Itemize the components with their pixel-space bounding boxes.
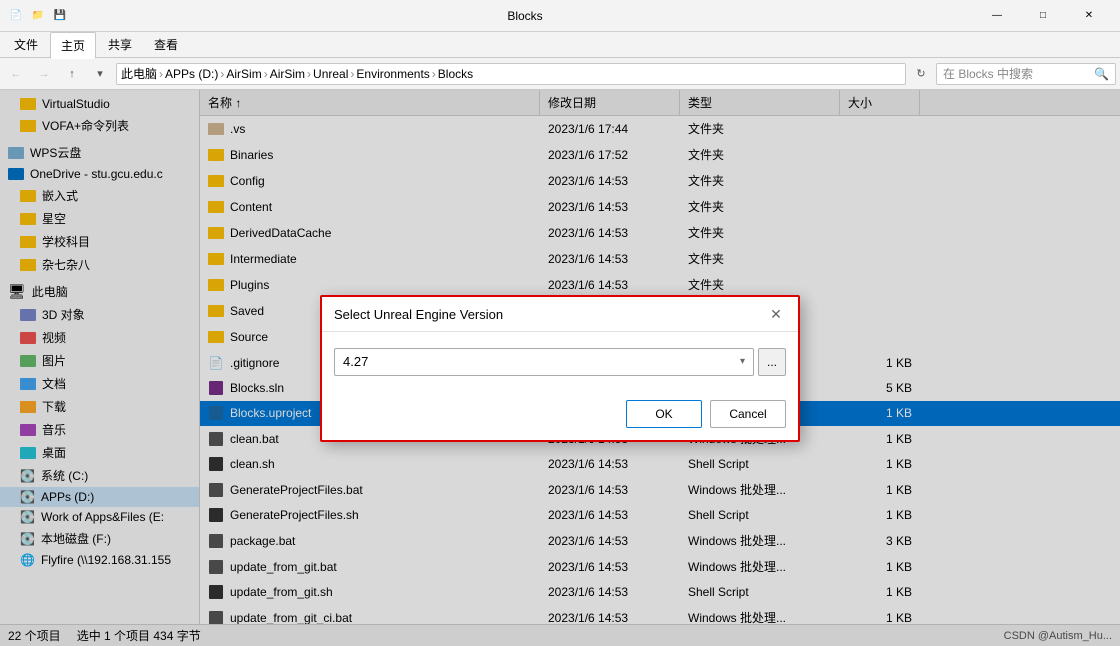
- main-wrapper: VirtualStudio VOFA+命令列表 WPS云盘 OneDrive -…: [0, 90, 1120, 646]
- modal-footer: OK Cancel: [322, 392, 798, 440]
- modal-overlay: Select Unreal Engine Version ✕ 4.27 ▾ ..…: [0, 90, 1120, 646]
- version-value: 4.27: [343, 354, 368, 369]
- address-bar: ← → ↑ ▾ 此电脑 › APPs (D:) › AirSim › AirSi…: [0, 58, 1120, 90]
- address-path[interactable]: 此电脑 › APPs (D:) › AirSim › AirSim › Unre…: [116, 63, 906, 85]
- modal-body: 4.27 ▾ ...: [322, 332, 798, 392]
- search-placeholder: 在 Blocks 中搜索: [943, 65, 1033, 82]
- ribbon: 文件 主页 共享 查看: [0, 32, 1120, 58]
- app-icon-1: 📄: [8, 8, 24, 24]
- path-blocks: Blocks: [438, 67, 473, 81]
- modal-title-bar: Select Unreal Engine Version ✕: [322, 297, 798, 332]
- modal-select-row: 4.27 ▾ ...: [334, 348, 786, 376]
- path-unreal: Unreal: [313, 67, 348, 81]
- title-controls: — □ ✕: [974, 0, 1112, 32]
- cancel-button[interactable]: Cancel: [710, 400, 786, 428]
- search-box[interactable]: 在 Blocks 中搜索 🔍: [936, 63, 1116, 85]
- version-dropdown[interactable]: 4.27 ▾: [334, 348, 754, 376]
- search-icon: 🔍: [1094, 67, 1109, 81]
- modal-dialog: Select Unreal Engine Version ✕ 4.27 ▾ ..…: [320, 295, 800, 442]
- app-icon-3: 💾: [52, 8, 68, 24]
- recent-locations-button[interactable]: ▾: [88, 62, 112, 86]
- maximize-button[interactable]: □: [1020, 0, 1066, 32]
- modal-title: Select Unreal Engine Version: [334, 307, 503, 322]
- back-button[interactable]: ←: [4, 62, 28, 86]
- app-icon-2: 📁: [30, 8, 46, 24]
- minimize-button[interactable]: —: [974, 0, 1020, 32]
- title-bar-icons: 📄 📁 💾: [8, 8, 68, 24]
- path-pc: 此电脑: [121, 65, 157, 82]
- title-bar: 📄 📁 💾 Blocks — □ ✕: [0, 0, 1120, 32]
- browse-button[interactable]: ...: [758, 348, 786, 376]
- modal-close-button[interactable]: ✕: [766, 305, 786, 325]
- close-button[interactable]: ✕: [1066, 0, 1112, 32]
- tab-home[interactable]: 主页: [50, 32, 96, 59]
- up-button[interactable]: ↑: [60, 62, 84, 86]
- path-airsim2: AirSim: [270, 67, 305, 81]
- refresh-button[interactable]: ↻: [910, 63, 932, 85]
- window-title: Blocks: [76, 9, 974, 23]
- path-airsim1: AirSim: [226, 67, 261, 81]
- chevron-down-icon: ▾: [740, 356, 745, 367]
- tab-view[interactable]: 查看: [144, 32, 188, 57]
- path-environments: Environments: [356, 67, 429, 81]
- tab-file[interactable]: 文件: [4, 32, 48, 57]
- ok-button[interactable]: OK: [626, 400, 702, 428]
- path-apps: APPs (D:): [165, 67, 218, 81]
- tab-share[interactable]: 共享: [98, 32, 142, 57]
- forward-button[interactable]: →: [32, 62, 56, 86]
